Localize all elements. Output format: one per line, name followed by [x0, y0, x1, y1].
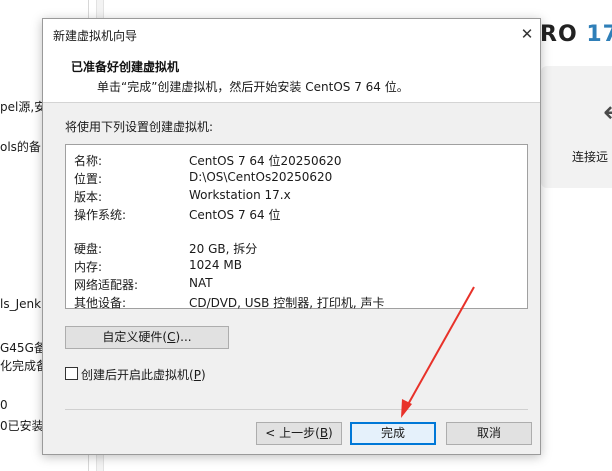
close-icon[interactable]: ✕: [518, 25, 536, 43]
summary-row-location: 位置: D:\OS\CentOs20250620: [74, 170, 524, 186]
button-label: 自定义硬件(: [102, 330, 168, 344]
button-label-suffix: )...: [175, 330, 192, 344]
summary-key: 硬盘:: [74, 242, 103, 256]
wizard-header: 已准备好创建虚拟机 单击“完成”创建虚拟机，然后开始安装 CentOS 7 64…: [43, 49, 540, 103]
summary-row-os: 操作系统: CentOS 7 64 位: [74, 206, 524, 222]
summary-value: CD/DVD, USB 控制器, 打印机, 声卡: [189, 296, 385, 310]
connect-remote-label: 连接远: [572, 150, 609, 164]
background-text-6: 0已安装: [0, 419, 44, 433]
checkbox-box[interactable]: [65, 367, 78, 380]
summary-key: 操作系统:: [74, 208, 127, 222]
customize-hardware-button[interactable]: 自定义硬件(C)...: [65, 326, 229, 349]
summary-key: 网络适配器:: [74, 278, 139, 292]
back-button[interactable]: < 上一步(B): [256, 422, 342, 445]
wizard-header-title: 已准备好创建虚拟机: [71, 60, 180, 74]
background-text-0: pel源,安: [0, 100, 47, 114]
summary-row-version: 版本: Workstation 17.x: [74, 188, 524, 204]
summary-key: 名称:: [74, 154, 103, 168]
button-label-suffix: ): [328, 426, 333, 440]
summary-key: 内存:: [74, 260, 103, 274]
summary-row-name: 名称: CentOS 7 64 位20250620: [74, 152, 524, 168]
summary-row-network: 网络适配器: NAT: [74, 276, 524, 292]
summary-key: 其他设备:: [74, 296, 127, 310]
brand-letters: RO: [540, 22, 578, 47]
cancel-button[interactable]: 取消: [446, 422, 532, 445]
summary-value: D:\OS\CentOs20250620: [189, 170, 333, 184]
dialog-title: 新建虚拟机向导: [53, 29, 138, 43]
summary-key: 版本:: [74, 190, 103, 204]
summary-row-disk: 硬盘: 20 GB, 拆分: [74, 240, 524, 256]
settings-summary-box[interactable]: 名称: CentOS 7 64 位20250620 位置: D:\OS\Cent…: [65, 144, 528, 310]
brand-version-number: 17: [586, 22, 612, 47]
arrow-left-icon: ←: [603, 97, 612, 129]
summary-value: CentOS 7 64 位: [189, 208, 281, 222]
summary-key: 位置:: [74, 172, 103, 186]
new-vm-wizard-dialog: 新建虚拟机向导 ✕ 已准备好创建虚拟机 单击“完成”创建虚拟机，然后开始安装 C…: [42, 18, 541, 455]
summary-value: NAT: [189, 276, 213, 290]
settings-intro-text: 将使用下列设置创建虚拟机:: [65, 120, 214, 134]
brand-logo: RO 17: [540, 22, 612, 47]
summary-value: 1024 MB: [189, 258, 242, 272]
connect-remote-card[interactable]: [541, 66, 612, 188]
checkbox-label: 创建后开启此虚拟机(P): [81, 366, 206, 383]
finish-button[interactable]: 完成: [350, 422, 436, 445]
footer-separator: [65, 409, 528, 410]
button-label: < 上一步(: [265, 426, 320, 440]
summary-row-memory: 内存: 1024 MB: [74, 258, 524, 274]
hotkey-letter: P: [193, 368, 201, 382]
dialog-titlebar[interactable]: 新建虚拟机向导 ✕: [43, 19, 540, 49]
background-text-1: ols的备: [0, 140, 41, 154]
summary-value: 20 GB, 拆分: [189, 242, 258, 256]
summary-row-devices: 其他设备: CD/DVD, USB 控制器, 打印机, 声卡: [74, 294, 524, 310]
checkbox-label-suffix: ): [200, 368, 206, 382]
wizard-header-subtitle: 单击“完成”创建虚拟机，然后开始安装 CentOS 7 64 位。: [97, 80, 409, 94]
summary-value: Workstation 17.x: [189, 188, 291, 202]
hotkey-letter: B: [319, 426, 329, 440]
background-text-3: G45G备: [0, 341, 46, 355]
background-text-5: 0: [0, 398, 8, 412]
background-text-2: ls_Jenki: [0, 297, 45, 311]
summary-value: CentOS 7 64 位20250620: [189, 154, 342, 168]
background-text-4: 化完成备: [0, 359, 49, 373]
checkbox-label-text: 创建后开启此虚拟机(: [81, 368, 194, 382]
